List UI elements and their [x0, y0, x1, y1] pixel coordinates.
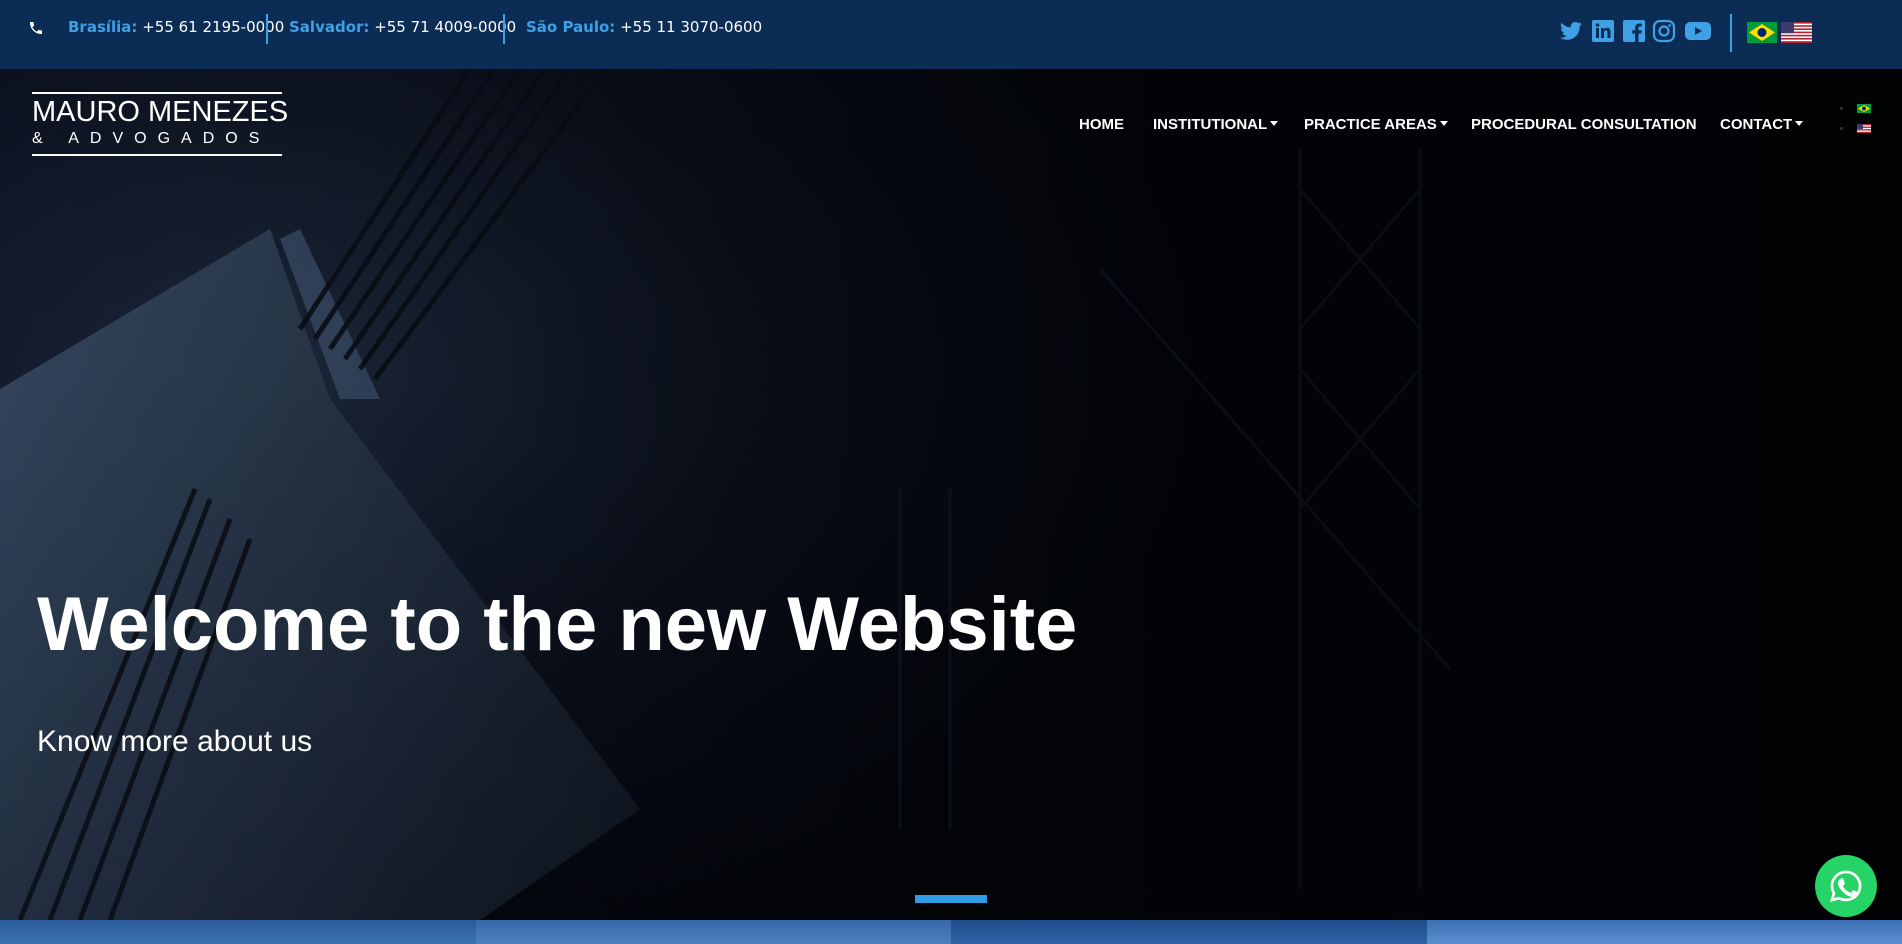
preview-image: [0, 920, 476, 944]
logo-line-2: & ADVOGADOS: [32, 128, 282, 156]
linkedin-icon[interactable]: [1591, 19, 1615, 43]
hero-subtitle-link[interactable]: Know more about us: [37, 725, 312, 759]
nav-label: PRACTICE AREAS: [1304, 116, 1437, 133]
facebook-icon[interactable]: [1622, 19, 1646, 43]
top-contact-bar: Brasília: +55 61 2195-0000 Salvador: +55…: [0, 0, 1902, 69]
whatsapp-button[interactable]: [1815, 855, 1877, 917]
twitter-icon[interactable]: [1559, 19, 1583, 43]
slider-indicator[interactable]: [915, 895, 987, 903]
city-label: Salvador:: [289, 18, 370, 36]
contact-salvador[interactable]: Salvador: +55 71 4009-0000: [289, 18, 516, 36]
youtube-icon[interactable]: [1684, 19, 1712, 43]
caret-down-icon: [1270, 120, 1279, 126]
whatsapp-icon: [1829, 870, 1862, 902]
preview-image: [475, 920, 951, 944]
phone-number: +55 71 4009-0000: [374, 18, 517, 36]
city-label: São Paulo:: [526, 18, 616, 36]
nav-contact[interactable]: CONTACT: [1720, 116, 1804, 133]
hero-slider: Welcome to the new Website Know more abo…: [0, 69, 1902, 920]
usa-flag[interactable]: [1781, 22, 1812, 43]
preview-image: [1426, 920, 1902, 944]
caret-down-icon: [1795, 120, 1804, 126]
nav-procedural-consultation[interactable]: PROCEDURAL CONSULTATION: [1471, 116, 1697, 133]
nav-home[interactable]: HOME: [1079, 116, 1124, 133]
brazil-flag-icon[interactable]: [1857, 104, 1871, 113]
brazil-flag[interactable]: [1747, 22, 1777, 43]
language-dot: [1840, 127, 1843, 130]
nav-practice-areas[interactable]: PRACTICE AREAS: [1304, 116, 1448, 133]
nav-label: INSTITUTIONAL: [1153, 116, 1268, 133]
city-label: Brasília:: [68, 18, 138, 36]
site-logo[interactable]: MAURO MENEZES & ADVOGADOS: [32, 92, 288, 156]
caret-down-icon: [1439, 120, 1448, 126]
usa-flag-icon[interactable]: [1857, 124, 1871, 133]
contact-sao-paulo[interactable]: São Paulo: +55 11 3070-0600: [526, 18, 762, 36]
hero-background-image: [0, 69, 1902, 920]
hero-title: Welcome to the new Website: [37, 582, 1078, 667]
nav-label: CONTACT: [1720, 116, 1793, 133]
divider: [1730, 14, 1732, 52]
language-dot: [1840, 107, 1843, 110]
next-section-preview: [0, 920, 1902, 944]
preview-image: [951, 920, 1427, 944]
logo-line-1: MAURO MENEZES: [32, 92, 288, 128]
divider: [503, 14, 505, 44]
phone-number: +55 11 3070-0600: [620, 18, 763, 36]
nav-institutional[interactable]: INSTITUTIONAL: [1153, 116, 1279, 133]
phone-icon: [30, 22, 42, 34]
phone-number: +55 61 2195-0000: [142, 18, 285, 36]
contact-brasilia[interactable]: Brasília: +55 61 2195-0000: [68, 18, 284, 36]
divider: [266, 14, 268, 44]
instagram-icon[interactable]: [1652, 19, 1676, 43]
